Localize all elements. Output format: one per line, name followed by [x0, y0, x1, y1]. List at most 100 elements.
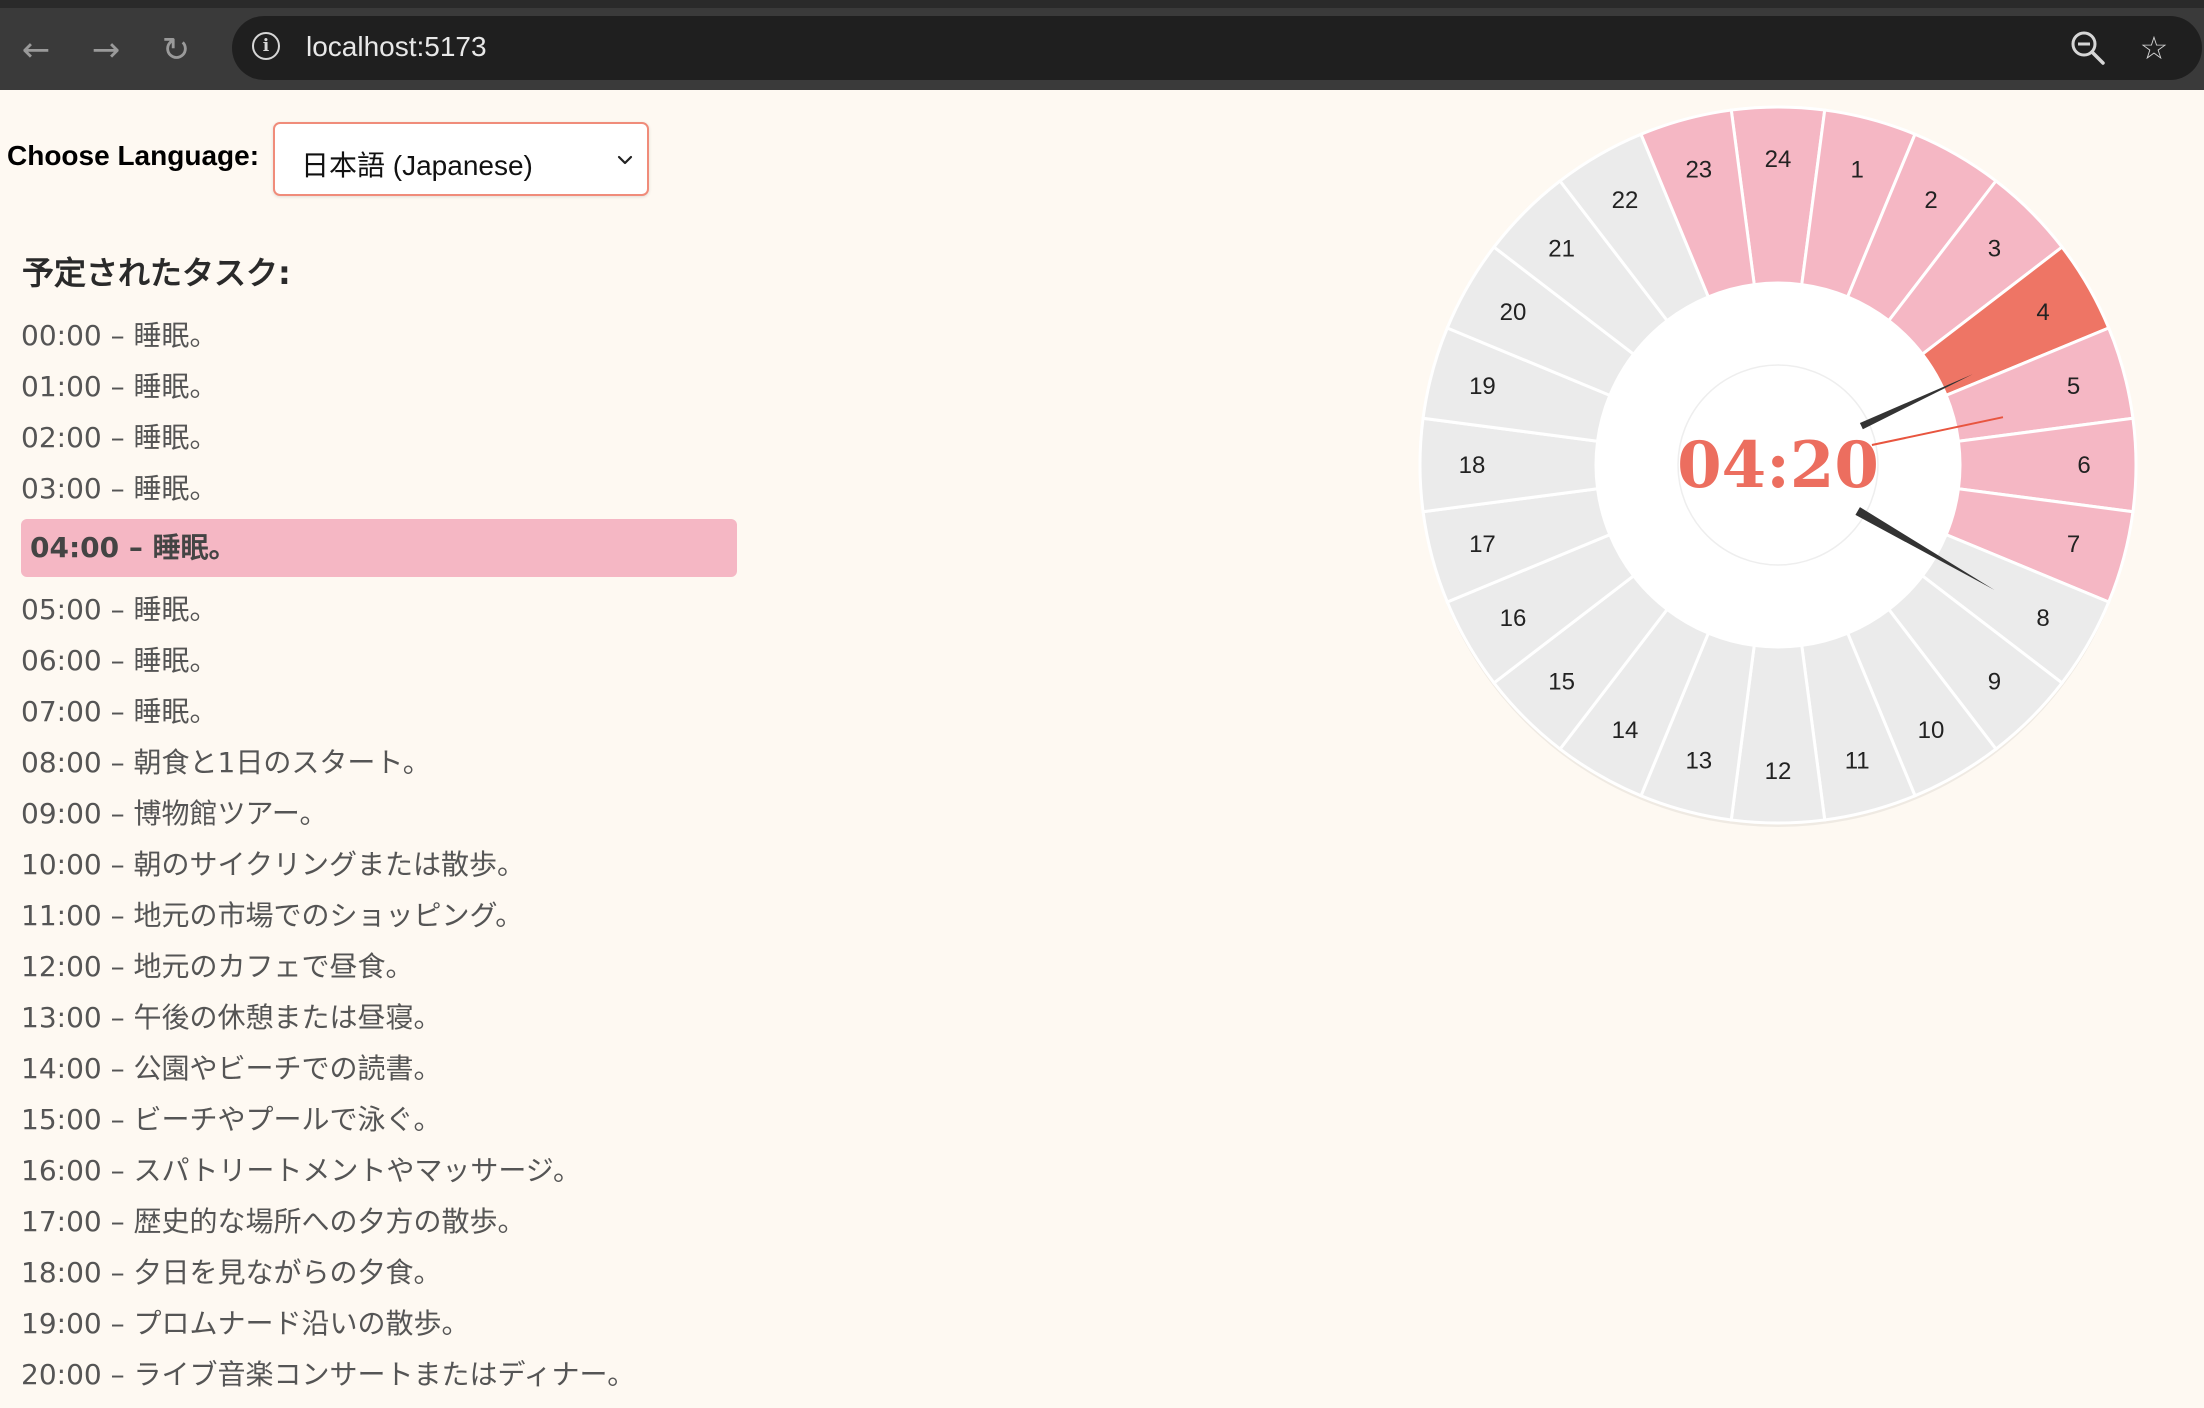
- hour-label-22: 22: [1612, 187, 1639, 214]
- task-text: 睡眠。: [133, 370, 218, 403]
- hour-label-24: 24: [1765, 146, 1792, 173]
- task-separator: –: [119, 531, 153, 564]
- task-separator: –: [101, 695, 134, 728]
- task-separator: –: [101, 319, 134, 352]
- task-separator: –: [101, 421, 134, 454]
- hour-label-23: 23: [1685, 156, 1712, 183]
- task-text: 午後の休憩または昼寝。: [133, 1001, 442, 1034]
- hour-label-2: 2: [1924, 187, 1937, 214]
- task-time: 19:00: [21, 1307, 102, 1340]
- task-time: 18:00: [21, 1256, 102, 1289]
- task-item: 20:00 – ライブ音楽コンサートまたはディナー。: [21, 1349, 737, 1400]
- task-item: 03:00 – 睡眠。: [21, 463, 737, 514]
- task-item: 12:00 – 地元のカフェで昼食。: [21, 941, 737, 992]
- language-selected-value: 日本語 (Japanese): [301, 150, 533, 181]
- task-text: 地元のカフェで昼食。: [133, 950, 414, 983]
- task-time: 02:00: [21, 421, 102, 454]
- task-time: 05:00: [21, 593, 102, 626]
- task-separator: –: [101, 593, 134, 626]
- task-list: 00:00 – 睡眠。 01:00 – 睡眠。 02:00 – 睡眠。 03:00 –…: [21, 310, 737, 1400]
- task-text: 公園やビーチでの読書。: [133, 1052, 442, 1085]
- task-separator: –: [101, 1256, 134, 1289]
- task-text: 睡眠。: [133, 472, 218, 505]
- task-time: 01:00: [21, 370, 102, 403]
- task-separator: –: [101, 1103, 134, 1136]
- task-separator: –: [101, 1307, 134, 1340]
- tasks-heading: 予定されたタスク:: [22, 254, 291, 292]
- task-item: 18:00 – 夕日を見ながらの夕食。: [21, 1247, 737, 1298]
- task-time: 04:00: [30, 531, 120, 564]
- task-item: 01:00 – 睡眠。: [21, 361, 737, 412]
- task-item: 09:00 – 博物館ツアー。: [21, 788, 737, 839]
- task-item: 19:00 – プロムナード沿いの散歩。: [21, 1298, 737, 1349]
- task-item-current: 04:00 – 睡眠。: [21, 519, 737, 577]
- reload-button[interactable]: ↻: [152, 26, 200, 74]
- task-text: 睡眠。: [133, 695, 218, 728]
- task-separator: –: [101, 1358, 134, 1391]
- task-text: 朝食と1日のスタート。: [133, 746, 431, 779]
- task-text: ビーチやプールで泳ぐ。: [133, 1103, 442, 1136]
- clock-time-text: 04:20: [1677, 428, 1879, 503]
- hour-label-12: 12: [1765, 758, 1792, 785]
- hour-label-4: 4: [2036, 299, 2049, 326]
- address-bar[interactable]: i localhost:5173 ☆: [232, 16, 2202, 80]
- hour-label-9: 9: [1988, 668, 2001, 695]
- hour-label-17: 17: [1469, 531, 1496, 558]
- task-separator: –: [101, 899, 134, 932]
- task-time: 14:00: [21, 1052, 102, 1085]
- hour-label-20: 20: [1500, 299, 1527, 326]
- task-text: プロムナード沿いの散歩。: [133, 1307, 470, 1340]
- task-separator: –: [101, 1052, 134, 1085]
- task-item: 17:00 – 歴史的な場所への夕方の散歩。: [21, 1196, 737, 1247]
- task-time: 16:00: [21, 1154, 102, 1187]
- chevron-down-icon: [617, 155, 633, 165]
- task-time: 08:00: [21, 746, 102, 779]
- hour-label-16: 16: [1500, 605, 1527, 632]
- hour-label-8: 8: [2036, 605, 2049, 632]
- url-text[interactable]: localhost:5173: [306, 31, 487, 63]
- hour-label-21: 21: [1548, 236, 1575, 263]
- task-time: 11:00: [21, 899, 102, 932]
- task-text: スパトリートメントやマッサージ。: [133, 1154, 581, 1187]
- task-text: 睡眠。: [133, 319, 218, 352]
- hour-label-3: 3: [1988, 236, 2001, 263]
- hour-label-13: 13: [1685, 748, 1712, 775]
- task-time: 17:00: [21, 1205, 102, 1238]
- hour-label-6: 6: [2077, 452, 2090, 479]
- task-text: 睡眠。: [133, 421, 218, 454]
- task-text: 博物館ツアー。: [133, 797, 328, 830]
- task-time: 00:00: [21, 319, 102, 352]
- task-separator: –: [101, 1154, 134, 1187]
- task-time: 06:00: [21, 644, 102, 677]
- task-item: 02:00 – 睡眠。: [21, 412, 737, 463]
- star-icon[interactable]: ☆: [2134, 28, 2174, 68]
- back-button[interactable]: ←: [12, 26, 60, 74]
- task-item: 14:00 – 公園やビーチでの読書。: [21, 1043, 737, 1094]
- task-separator: –: [101, 370, 134, 403]
- task-separator: –: [101, 746, 134, 779]
- task-item: 07:00 – 睡眠。: [21, 686, 737, 737]
- hour-label-11: 11: [1845, 748, 1870, 775]
- task-separator: –: [101, 644, 134, 677]
- hour-label-18: 18: [1459, 452, 1486, 479]
- hour-label-15: 15: [1548, 668, 1575, 695]
- language-select[interactable]: 日本語 (Japanese): [273, 122, 649, 196]
- info-icon[interactable]: i: [252, 32, 280, 60]
- task-time: 03:00: [21, 472, 102, 505]
- hour-label-10: 10: [1918, 717, 1945, 744]
- task-item: 13:00 – 午後の休憩または昼寝。: [21, 992, 737, 1043]
- task-item: 11:00 – 地元の市場でのショッピング。: [21, 890, 737, 941]
- task-separator: –: [101, 1001, 134, 1034]
- hour-label-14: 14: [1612, 717, 1639, 744]
- forward-button[interactable]: →: [82, 26, 130, 74]
- task-item: 16:00 – スパトリートメントやマッサージ。: [21, 1145, 737, 1196]
- zoom-out-icon[interactable]: [2068, 28, 2108, 68]
- task-item: 06:00 – 睡眠。: [21, 635, 737, 686]
- task-item: 00:00 – 睡眠。: [21, 310, 737, 361]
- task-separator: –: [101, 797, 134, 830]
- task-separator: –: [101, 1205, 134, 1238]
- task-text: 夕日を見ながらの夕食。: [133, 1256, 442, 1289]
- browser-toolbar: ← → ↻ i localhost:5173 ☆: [0, 0, 2204, 90]
- hour-label-5: 5: [2067, 373, 2080, 400]
- language-label: Choose Language:: [7, 140, 260, 171]
